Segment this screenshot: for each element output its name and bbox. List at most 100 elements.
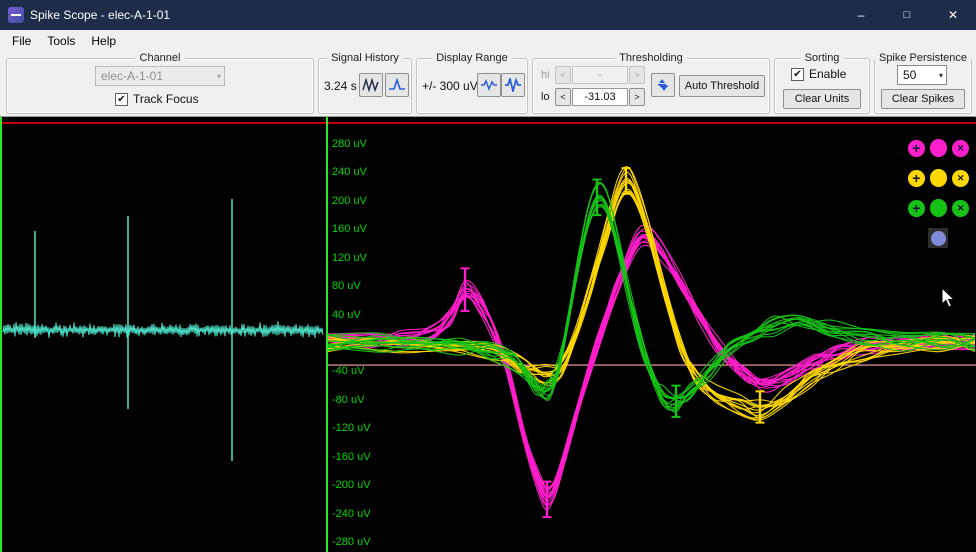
persistence-select[interactable]: 50 ▾ — [897, 65, 947, 85]
group-display-range-title: Display Range — [432, 52, 512, 64]
axis-tick-label: 280 uV — [332, 138, 367, 150]
menu-tools[interactable]: Tools — [39, 32, 83, 50]
unit-add-button[interactable]: + — [908, 199, 925, 217]
group-channel-title: Channel — [135, 52, 185, 64]
continuous-signal-panel[interactable] — [0, 117, 326, 552]
persistence-select-value: 50 — [903, 68, 917, 82]
auto-threshold-button[interactable]: Auto Threshold — [679, 75, 765, 97]
history-spike-button[interactable] — [385, 73, 409, 97]
sorting-enable-checkbox[interactable]: ✔ — [791, 67, 804, 81]
spike-scope-window: Spike Scope - elec-A-1-01 – □ ✕ File Too… — [0, 0, 976, 552]
unit-color-swatch[interactable] — [929, 199, 948, 217]
menubar: File Tools Help — [0, 30, 976, 52]
history-window-button[interactable] — [359, 73, 383, 97]
axis-tick-label: -40 uV — [332, 365, 365, 378]
group-signal-history-title: Signal History — [327, 52, 403, 64]
spike-waveform-panel[interactable]: 280 uV 240 uV 200 uV 160 uV 120 uV 80 uV 40 uV… — [326, 117, 976, 552]
hi-decrement-button[interactable]: < — [555, 66, 571, 84]
clear-spikes-button[interactable]: Clear Spikes — [881, 89, 965, 109]
group-spike-persistence: Spike Persistence 50 ▾ Clear Spikes — [874, 52, 972, 114]
lo-threshold-field[interactable]: -31.03 — [572, 88, 628, 106]
track-focus-checkbox[interactable]: ✔ — [115, 92, 128, 106]
group-display-range: Display Range +/- 300 uV — [416, 52, 528, 114]
continuous-trace — [2, 321, 324, 338]
axis-tick-label: -160 uV — [332, 450, 371, 463]
group-channel: Channel elec-A-1-01 ▾ ✔ Track Focus — [6, 52, 314, 114]
spike-trace — [326, 237, 976, 489]
axis-tick-label: -200 uV — [332, 479, 371, 492]
unit-controls-row — [908, 228, 969, 248]
titlebar: Spike Scope - elec-A-1-01 – □ ✕ — [0, 0, 976, 30]
sorting-enable-row[interactable]: ✔ Enable — [791, 67, 846, 81]
axis-tick-label: -80 uV — [332, 393, 365, 406]
spike-trace — [326, 188, 976, 419]
group-sorting-title: Sorting — [800, 52, 844, 64]
unit-add-button[interactable]: + — [908, 139, 925, 157]
panel-left-border — [0, 117, 2, 552]
axis-tick-label: 240 uV — [332, 166, 367, 179]
mouse-cursor — [941, 287, 956, 308]
group-thresholding: Thresholding hi < - > lo < -31.03 > Auto… — [532, 52, 770, 114]
group-sorting: Sorting ✔ Enable Clear Units — [774, 52, 870, 114]
group-thresholding-title: Thresholding — [615, 52, 687, 64]
spike-cluster-green — [326, 181, 976, 413]
unit-controls-row: + ✕ — [908, 199, 969, 217]
hi-increment-button[interactable]: > — [629, 66, 645, 84]
axis-tick-label: 40 uV — [332, 308, 361, 321]
hi-label: hi — [541, 69, 550, 81]
unit-slot[interactable] — [928, 228, 948, 248]
track-focus-checkbox-row[interactable]: ✔ Track Focus — [115, 92, 199, 106]
lo-label: lo — [541, 91, 550, 103]
small-wave-icon — [481, 79, 497, 92]
axis-tick-label: 200 uV — [332, 194, 367, 207]
unit-controls-row: + ✕ — [908, 169, 969, 187]
unit-add-button[interactable]: + — [908, 169, 925, 187]
spike-trace — [326, 230, 976, 498]
spike-trace — [326, 234, 976, 492]
chevron-down-icon: ▾ — [216, 71, 221, 81]
channel-select[interactable]: elec-A-1-01 ▾ — [95, 66, 225, 86]
unit-color-swatch — [930, 230, 946, 246]
clear-units-button[interactable]: Clear Units — [783, 89, 861, 109]
panel-right-border — [326, 117, 328, 552]
signal-history-value: 3.24 s — [324, 79, 357, 93]
large-wave-icon — [505, 78, 521, 92]
range-compress-button[interactable] — [477, 73, 501, 97]
chevron-down-icon: ▾ — [938, 70, 943, 80]
spike-waveform-plot — [326, 166, 976, 519]
axis-tick-label: -120 uV — [332, 422, 371, 435]
track-focus-label: Track Focus — [133, 92, 199, 106]
menu-file[interactable]: File — [4, 32, 39, 50]
hi-threshold-field[interactable]: - — [572, 66, 628, 84]
axis-tick-label: -240 uV — [332, 507, 371, 520]
up-down-arrows-icon — [658, 79, 668, 91]
spike-trace — [326, 167, 976, 419]
menu-help[interactable]: Help — [83, 32, 124, 50]
threshold-nudge-button[interactable] — [651, 73, 675, 97]
minimize-button[interactable]: – — [838, 0, 884, 30]
unit-controls-row: + ✕ — [908, 139, 969, 157]
axis-tick-label: -280 uV — [332, 535, 371, 548]
sorting-enable-label: Enable — [809, 67, 847, 81]
lo-increment-button[interactable]: > — [629, 88, 645, 106]
spike-peak-icon — [389, 78, 405, 90]
group-spike-persistence-title: Spike Persistence — [874, 52, 972, 64]
app-icon — [8, 7, 24, 23]
axis-tick-label: 120 uV — [332, 251, 367, 264]
unit-color-swatch[interactable] — [929, 169, 948, 187]
display-range-value: +/- 300 uV — [422, 79, 478, 93]
lo-decrement-button[interactable]: < — [555, 88, 571, 106]
unit-remove-button[interactable]: ✕ — [952, 169, 969, 187]
axis-tick-label: 160 uV — [332, 223, 367, 236]
close-button[interactable]: ✕ — [930, 0, 976, 30]
unit-remove-button[interactable]: ✕ — [952, 139, 969, 157]
unit-remove-button[interactable]: ✕ — [952, 199, 969, 217]
group-signal-history: Signal History 3.24 s — [318, 52, 412, 114]
axis-tick-label: 80 uV — [332, 280, 361, 293]
continuous-signal-plot — [2, 199, 324, 461]
spike-trace — [326, 182, 976, 421]
maximize-button[interactable]: □ — [884, 0, 930, 30]
range-expand-button[interactable] — [501, 73, 525, 97]
unit-color-swatch[interactable] — [929, 139, 948, 157]
spike-trace — [326, 179, 976, 420]
